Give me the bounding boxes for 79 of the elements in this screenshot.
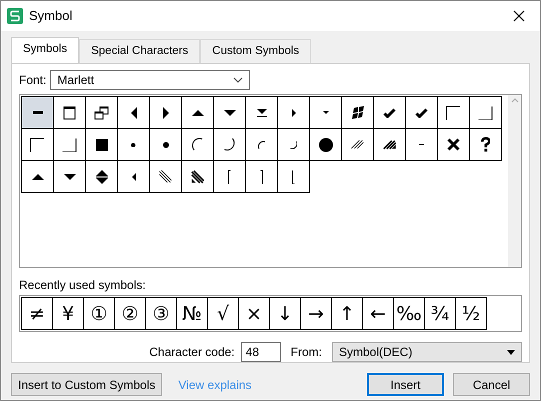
corner-icon [446, 106, 461, 120]
recent-symbol[interactable]: ← [362, 297, 394, 330]
close-icon [513, 10, 525, 22]
triangle-up-icon [192, 110, 204, 116]
from-dropdown[interactable]: Symbol(DEC) [332, 342, 522, 362]
triangle-right-icon [292, 108, 296, 117]
bar-icon [260, 170, 263, 184]
recent-symbol[interactable]: × [238, 297, 270, 330]
recent-symbol[interactable]: № [176, 297, 208, 330]
cancel-button[interactable]: Cancel [453, 373, 530, 396]
field-label: Font: [19, 72, 46, 90]
app-icon [7, 8, 23, 24]
recent-symbol[interactable]: ≠ [21, 297, 53, 330]
scroll-up-icon [510, 98, 518, 104]
question-icon [480, 136, 490, 153]
dot-icon [131, 142, 136, 147]
recent-symbol[interactable]: ↓ [269, 297, 301, 330]
dot-icon [162, 142, 168, 148]
bar-icon [292, 170, 295, 184]
triangle-left-icon [132, 172, 136, 181]
up-down-icon [96, 170, 108, 184]
recent-symbol[interactable]: ‰ [393, 297, 425, 330]
scrollbar[interactable] [508, 95, 521, 268]
square-icon [96, 138, 108, 151]
symbol-cell[interactable] [469, 96, 502, 130]
arc-icon [258, 140, 266, 149]
minimize-icon [32, 111, 42, 114]
triangle-down-icon [64, 174, 76, 180]
arc-icon [224, 138, 235, 151]
code-field[interactable]: 48 [240, 342, 281, 362]
chevron-down-icon [233, 77, 244, 84]
symbol-cell[interactable] [21, 160, 54, 194]
arc-icon [192, 138, 203, 151]
restore-icon [94, 106, 109, 120]
circle-icon [318, 138, 332, 152]
section-label: Recently used symbols: [19, 277, 147, 294]
hatch-icon [159, 170, 172, 184]
recent-symbol[interactable]: ½ [455, 297, 487, 330]
triangle-right-icon [162, 106, 168, 119]
tab[interactable]: Symbols [11, 37, 80, 64]
tab[interactable]: Special Characters [79, 39, 200, 64]
triangle-up-icon [32, 174, 44, 180]
corner-icon [62, 138, 77, 152]
insert-custom-button[interactable]: Insert to Custom Symbols [11, 373, 162, 396]
corner-icon [30, 138, 45, 152]
tab[interactable]: Custom Symbols [200, 39, 312, 64]
recent-symbol[interactable]: ③ [145, 297, 177, 330]
triangle-left-icon [130, 106, 136, 119]
recent-symbol[interactable]: ¥ [52, 297, 84, 330]
check-icon [383, 108, 396, 118]
caret-icon [507, 350, 515, 355]
flag-icon [352, 106, 364, 120]
hatch-icon [190, 170, 204, 184]
corner-icon [478, 106, 493, 120]
recent-symbol[interactable]: ↑ [331, 297, 363, 330]
insert-button[interactable]: Insert [367, 373, 444, 396]
symbol-cell[interactable] [469, 128, 502, 162]
arc-icon [290, 140, 298, 149]
recent-symbol[interactable]: → [300, 297, 332, 330]
triangle-down-icon [322, 111, 328, 114]
hatch-icon [382, 140, 396, 150]
dash-icon [419, 144, 424, 146]
field-label: From: [290, 344, 322, 362]
recent-symbol[interactable]: ① [83, 297, 115, 330]
triangle-bar-icon [256, 108, 266, 117]
field-label: Character code: [149, 344, 235, 362]
window-title: Symbol [29, 7, 72, 26]
triangle-down-icon [224, 110, 236, 116]
bar-icon [228, 170, 231, 184]
hatch-icon [351, 140, 364, 150]
recent-symbol[interactable]: √ [207, 297, 239, 330]
recent-symbol[interactable]: ② [114, 297, 146, 330]
window-icon [63, 106, 76, 120]
symbol-cell[interactable] [277, 160, 310, 194]
close-icon [447, 138, 460, 152]
font-dropdown[interactable]: Marlett [50, 70, 250, 90]
check-icon [415, 108, 428, 118]
symbol-cell[interactable] [21, 96, 54, 130]
recent-symbol[interactable]: ¾ [424, 297, 456, 330]
